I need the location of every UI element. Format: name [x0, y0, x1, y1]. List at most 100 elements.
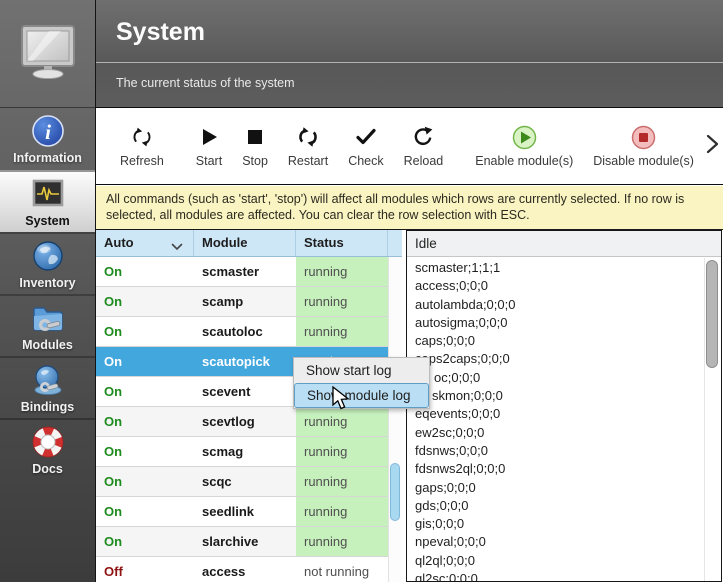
page-header: System The current status of the system — [96, 0, 723, 108]
sidebar: iInformation System Inventory Modules Bindin… — [0, 0, 96, 582]
menu-item-show-start-log[interactable]: Show start log — [294, 358, 429, 383]
toolbar-button-label: Start — [196, 154, 222, 168]
table-row-access[interactable]: Offaccessnot running — [96, 557, 402, 582]
status-cell: running — [296, 407, 388, 436]
auto-cell: On — [96, 347, 194, 376]
auto-cell: On — [96, 437, 194, 466]
stop-button[interactable]: Stop — [232, 119, 278, 174]
play-icon — [198, 125, 220, 149]
module-cell: access — [194, 557, 296, 582]
status-cell: running — [296, 437, 388, 466]
info-icon: i — [31, 113, 65, 149]
status-line: gis;0;0;0 — [415, 515, 721, 533]
refresh-button[interactable]: Refresh — [110, 119, 174, 174]
status-line: autosigma;0;0;0 — [415, 314, 721, 332]
panel-scrollbar-track[interactable] — [704, 258, 705, 581]
status-cell: running — [296, 497, 388, 526]
sidebar-item-label: Modules — [22, 338, 73, 352]
status-line: access;0;0;0 — [415, 277, 721, 295]
sidebar-item-label: Docs — [32, 462, 63, 476]
page-subtitle: The current status of the system — [116, 76, 295, 90]
reload-icon — [411, 125, 435, 149]
auto-cell: Off — [96, 557, 194, 582]
module-cell: scautopick — [194, 347, 296, 376]
menu-item-show-module-log[interactable]: Show module log — [294, 383, 429, 408]
seiscomp-system-window: iInformation System Inventory Modules Bindin… — [0, 0, 723, 582]
module-cell: slarchive — [194, 527, 296, 556]
module-cell: scevent — [194, 377, 296, 406]
toolbar: Refresh Start StopRestartCheckReload Enable… — [96, 109, 723, 185]
auto-cell: On — [96, 527, 194, 556]
table-scrollbar-track[interactable] — [388, 257, 402, 582]
status-line: npeval;0;0;0 — [415, 533, 721, 551]
toolbar-overflow-button[interactable] — [704, 133, 720, 160]
sidebar-item-information[interactable]: iInformation — [0, 108, 95, 170]
disable-module-s-button[interactable]: Disable module(s) — [583, 119, 704, 174]
reload-button[interactable]: Reload — [394, 119, 454, 174]
table-row-seedlink[interactable]: Onseedlinkrunning — [96, 497, 402, 527]
chevron-right-icon — [704, 133, 720, 160]
sidebar-item-inventory[interactable]: Inventory — [0, 232, 95, 294]
status-cell: running — [296, 527, 388, 556]
status-line: ew2sc;0;0;0 — [415, 424, 721, 442]
start-button[interactable]: Start — [186, 119, 232, 174]
module-cell: scevtlog — [194, 407, 296, 436]
table-row-scmaster[interactable]: Onscmasterrunning — [96, 257, 402, 287]
sidebar-item-docs[interactable]: Docs — [0, 418, 95, 480]
table-row-scmag[interactable]: Onscmagrunning — [96, 437, 402, 467]
status-line: autolambda;0;0;0 — [415, 296, 721, 314]
panel-scrollbar-thumb[interactable] — [706, 260, 718, 368]
table-row-scamp[interactable]: Onscamprunning — [96, 287, 402, 317]
status-line: oc;0;0;0 — [415, 369, 721, 387]
module-cell: scmag — [194, 437, 296, 466]
status-line: gds;0;0;0 — [415, 497, 721, 515]
restart-icon — [296, 125, 320, 149]
folder-wrench-icon — [30, 300, 66, 336]
auto-cell: On — [96, 377, 194, 406]
auto-cell: On — [96, 497, 194, 526]
lifebuoy-icon — [31, 424, 65, 460]
enable-module-icon — [511, 125, 538, 149]
monitor-icon — [15, 22, 81, 85]
check-button[interactable]: Check — [338, 119, 393, 174]
toolbar-button-label: Refresh — [120, 154, 164, 168]
table-row-scqc[interactable]: Onscqcrunning — [96, 467, 402, 497]
status-line: scmaster;1;1;1 — [415, 259, 721, 277]
restart-button[interactable]: Restart — [278, 119, 338, 174]
sidebar-item-system[interactable]: System — [0, 170, 95, 232]
table-scrollbar-thumb[interactable] — [390, 463, 400, 521]
module-table-header: AutoModuleStatus — [96, 230, 402, 257]
status-panel-title: Idle — [407, 231, 721, 257]
app-logo — [0, 0, 95, 108]
globe-wrench-icon — [30, 362, 66, 398]
toolbar-button-label: Disable module(s) — [593, 154, 694, 168]
status-line: fdsnws2ql;0;0;0 — [415, 460, 721, 478]
module-cell: scamp — [194, 287, 296, 316]
sidebar-item-label: Inventory — [19, 276, 75, 290]
column-header-auto[interactable]: Auto — [96, 230, 194, 256]
column-header-module[interactable]: Module — [194, 230, 296, 256]
status-cell: running — [296, 287, 388, 316]
table-row-scevtlog[interactable]: Onscevtlogrunning — [96, 407, 402, 437]
enable-module-s-button[interactable]: Enable module(s) — [465, 119, 583, 174]
status-line: fdsnws;0;0;0 — [415, 442, 721, 460]
globe-icon — [31, 238, 65, 274]
status-line: eqevents;0;0;0 — [415, 405, 721, 423]
status-panel-list: scmaster;1;1;1access;0;0;0autolambda;0;0… — [407, 257, 721, 582]
disable-module-icon — [630, 125, 657, 149]
toolbar-button-label: Enable module(s) — [475, 154, 573, 168]
auto-cell: On — [96, 407, 194, 436]
sidebar-item-label: System — [25, 214, 69, 228]
status-line: skmon;0;0;0 — [415, 387, 721, 405]
table-row-scautoloc[interactable]: Onscautolocrunning — [96, 317, 402, 347]
auto-cell: On — [96, 257, 194, 286]
sidebar-item-modules[interactable]: Modules — [0, 294, 95, 356]
refresh-icon — [130, 125, 154, 149]
status-cell: running — [296, 257, 388, 286]
sidebar-nav: iInformation System Inventory Modules Bindin… — [0, 108, 95, 480]
table-row-slarchive[interactable]: Onslarchiverunning — [96, 527, 402, 557]
chevron-down-icon — [171, 239, 183, 254]
svg-text:i: i — [45, 120, 51, 144]
column-header-status[interactable]: Status — [296, 230, 388, 256]
sidebar-item-bindings[interactable]: Bindings — [0, 356, 95, 418]
